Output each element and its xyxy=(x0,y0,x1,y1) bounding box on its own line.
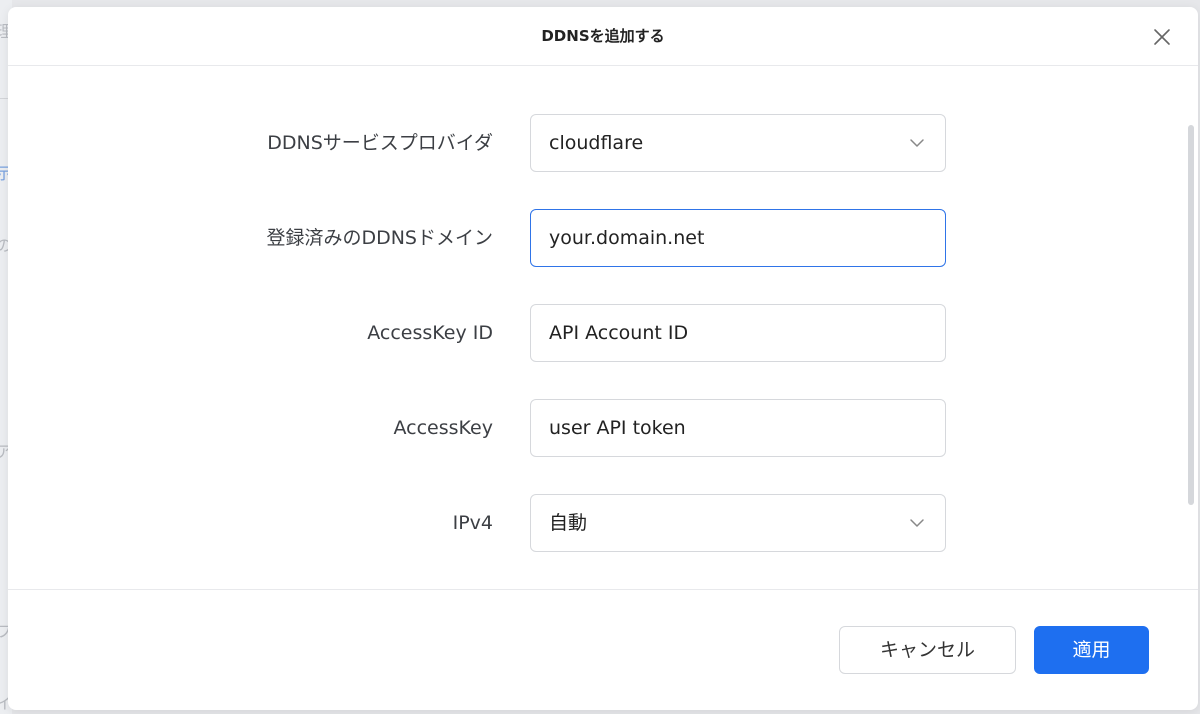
cancel-button[interactable]: キャンセル xyxy=(839,626,1016,674)
ipv4-label: IPv4 xyxy=(452,512,493,534)
access-key-label: AccessKey xyxy=(393,417,494,439)
close-icon[interactable] xyxy=(1152,27,1172,47)
provider-value: cloudflare xyxy=(549,132,644,154)
provider-label: DDNSサービスプロバイダ xyxy=(267,132,493,154)
apply-button[interactable]: 適用 xyxy=(1034,626,1149,674)
dialog-footer: キャンセル 適用 xyxy=(8,589,1198,710)
access-key-id-row: AccessKey ID xyxy=(8,304,1198,362)
chevron-down-icon xyxy=(910,139,924,147)
access-key-input[interactable] xyxy=(530,399,946,457)
ipv4-select[interactable]: 自動 xyxy=(530,494,946,552)
dialog-body: DDNSサービスプロバイダ cloudflare 登録済みのDDNSドメイン A… xyxy=(8,67,1198,589)
domain-input[interactable] xyxy=(530,209,946,267)
domain-label: 登録済みのDDNSドメイン xyxy=(266,227,493,249)
provider-row: DDNSサービスプロバイダ cloudflare xyxy=(8,114,1198,172)
dialog-header: DDNSを追加する xyxy=(8,7,1198,66)
domain-row: 登録済みのDDNSドメイン xyxy=(8,209,1198,267)
provider-select[interactable]: cloudflare xyxy=(530,114,946,172)
access-key-row: AccessKey xyxy=(8,399,1198,457)
chevron-down-icon xyxy=(910,519,924,527)
add-ddns-dialog: DDNSを追加する DDNSサービスプロバイダ cloudflare 登録済みの… xyxy=(8,7,1198,710)
access-key-id-input[interactable] xyxy=(530,304,946,362)
dialog-title: DDNSを追加する xyxy=(541,27,665,45)
ipv4-value: 自動 xyxy=(549,512,588,534)
ipv4-row: IPv4 自動 xyxy=(8,494,1198,552)
access-key-id-label: AccessKey ID xyxy=(367,322,493,344)
